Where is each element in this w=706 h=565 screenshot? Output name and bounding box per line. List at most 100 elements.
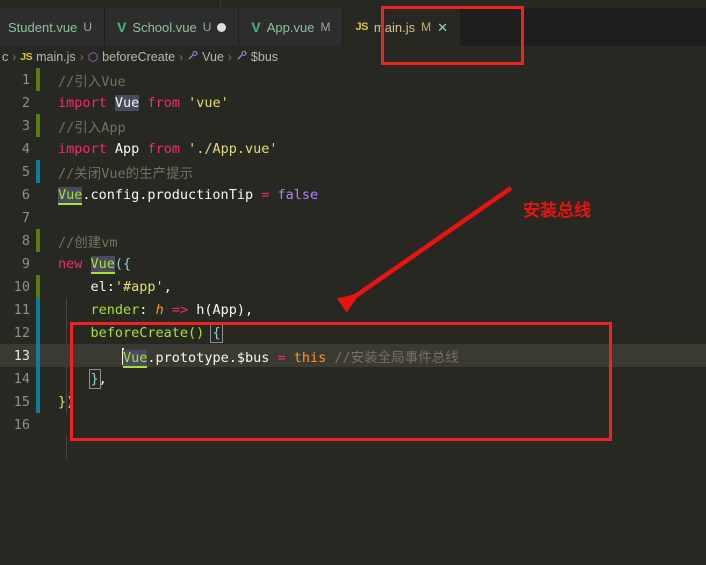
breadcrumb-item-beforecreate[interactable]: ⬡ beforeCreate — [88, 50, 175, 64]
line-number: 12 — [13, 324, 30, 341]
code-line[interactable]: 3 //引入App — [0, 114, 706, 137]
vue-icon: V — [117, 19, 127, 35]
js-icon: JS — [20, 51, 33, 63]
string-token: './App.vue' — [188, 140, 278, 157]
property-token: .config.productionTip — [82, 186, 254, 203]
keyword-token: from — [147, 140, 180, 157]
tab-student-vue[interactable]: Student.vue U — [0, 8, 106, 46]
code-line[interactable]: 15 }) — [0, 390, 706, 413]
line-number: 6 — [21, 186, 30, 203]
tab-label: School.vue — [132, 19, 197, 35]
tab-label: Student.vue — [8, 19, 78, 35]
split-seam — [220, 0, 221, 8]
keyword-token: import — [58, 140, 107, 157]
line-number: 11 — [13, 301, 30, 318]
tab-label: main.js — [373, 19, 416, 35]
tab-main-js[interactable]: JS main.js M ✕ — [343, 8, 462, 46]
code-text: }, — [40, 368, 706, 389]
breadcrumb: c › JS main.js › ⬡ beforeCreate › Vue › … — [0, 46, 706, 68]
vue-icon: V — [251, 19, 261, 35]
unsaved-dot-icon[interactable] — [217, 22, 227, 32]
line-number: 1 — [21, 71, 30, 88]
code-line[interactable]: 4 import App from './App.vue' — [0, 137, 706, 160]
code-text: //引入Vue — [40, 70, 706, 90]
code-line[interactable]: 7 — [0, 206, 706, 229]
breadcrumb-separator: › — [12, 50, 17, 64]
code-text: import Vue from 'vue' — [40, 94, 706, 111]
breadcrumb-item-vue[interactable]: Vue — [187, 50, 224, 64]
matching-brace: } — [88, 368, 101, 389]
tab-school-vue[interactable]: V School.vue U — [105, 8, 240, 46]
matching-brace: { — [210, 322, 223, 343]
operator-token: = — [277, 349, 286, 366]
code-line[interactable]: 14 }, — [0, 367, 706, 390]
code-line[interactable]: 12 beforeCreate() { — [0, 321, 706, 344]
breadcrumb-item-main-js[interactable]: JS main.js — [20, 50, 75, 64]
occurrence-highlight-vue: Vue — [90, 255, 115, 274]
code-line[interactable]: 9 new Vue({ — [0, 252, 706, 275]
line-number: 14 — [13, 370, 30, 387]
line-number: 16 — [13, 416, 30, 433]
change-indicator-none — [36, 206, 40, 229]
code-line[interactable]: 11 render: h => h(App), — [0, 298, 706, 321]
function-token: beforeCreate() — [90, 324, 205, 341]
code-editor[interactable]: 1 //引入Vue 2 import Vue from 'vue' 3 //引入… — [0, 68, 706, 565]
code-line[interactable]: 1 //引入Vue — [0, 68, 706, 91]
code-line[interactable]: 5 //关闭Vue的生产提示 — [0, 160, 706, 183]
breadcrumb-separator: › — [227, 50, 232, 64]
tab-bar-empty-space — [461, 8, 706, 46]
breadcrumb-label: $bus — [250, 50, 279, 64]
code-line[interactable]: 8 //创建vm — [0, 229, 706, 252]
property-token: render — [90, 301, 140, 318]
change-indicator-none — [36, 413, 40, 436]
breadcrumb-label: c — [2, 50, 9, 64]
tab-status-badge: U — [83, 20, 93, 34]
line-number: 9 — [21, 255, 30, 272]
tab-app-vue[interactable]: V App.vue M — [239, 8, 344, 46]
property-token: .prototype.$bus — [147, 349, 270, 366]
punct-token: , — [163, 278, 172, 295]
code-line[interactable]: 10 el:'#app', — [0, 275, 706, 298]
identifier-token: App — [114, 140, 140, 157]
code-text: el:'#app', — [40, 279, 706, 295]
code-line-current[interactable]: 13 Vue.prototype.$bus = this //安装全局事件总线 — [0, 344, 706, 368]
breadcrumb-item-bus[interactable]: $bus — [236, 50, 278, 64]
field-icon — [187, 50, 198, 64]
punct-token: , — [98, 370, 107, 387]
line-number: 15 — [13, 393, 30, 410]
code-line[interactable]: 2 import Vue from 'vue' — [0, 91, 706, 114]
close-icon[interactable]: ✕ — [437, 21, 448, 34]
keyword-token: new — [58, 255, 83, 272]
code-line[interactable]: 16 — [0, 413, 706, 436]
string-token: '#app' — [114, 278, 164, 295]
code-text: Vue.prototype.$bus = this //安装全局事件总线 — [40, 346, 706, 368]
code-text: }) — [40, 394, 706, 410]
occurrence-highlight-vue: Vue — [114, 94, 140, 111]
code-text: import App from './App.vue' — [40, 141, 706, 157]
code-text: beforeCreate() { — [40, 322, 706, 343]
code-line[interactable]: 6 Vue.config.productionTip = false — [0, 183, 706, 206]
code-text: //引入App — [40, 116, 706, 136]
occurrence-highlight-vue: Vue — [58, 186, 83, 205]
code-text: //关闭Vue的生产提示 — [40, 162, 706, 182]
editor-tab-bar: Student.vue U V School.vue U V App.vue M… — [0, 8, 706, 46]
method-icon: ⬡ — [87, 50, 99, 64]
line-number: 4 — [21, 140, 30, 157]
tab-status-badge: M — [421, 20, 432, 34]
line-number: 5 — [21, 163, 30, 180]
call-token: h(App), — [188, 301, 254, 318]
line-number: 8 — [21, 232, 30, 249]
tab-label: App.vue — [266, 19, 315, 35]
breadcrumb-label: Vue — [202, 50, 224, 64]
param-token: h — [147, 301, 172, 318]
breadcrumb-item-folder[interactable]: c — [2, 50, 8, 64]
line-number: 3 — [21, 117, 30, 134]
string-token: 'vue' — [188, 94, 229, 111]
paren-token: }) — [58, 393, 75, 410]
line-number: 13 — [13, 347, 30, 364]
line-number: 2 — [21, 94, 30, 111]
breadcrumb-label: main.js — [36, 50, 76, 64]
this-token: this — [293, 349, 327, 366]
boolean-token: false — [277, 186, 319, 203]
code-text: render: h => h(App), — [40, 302, 706, 318]
